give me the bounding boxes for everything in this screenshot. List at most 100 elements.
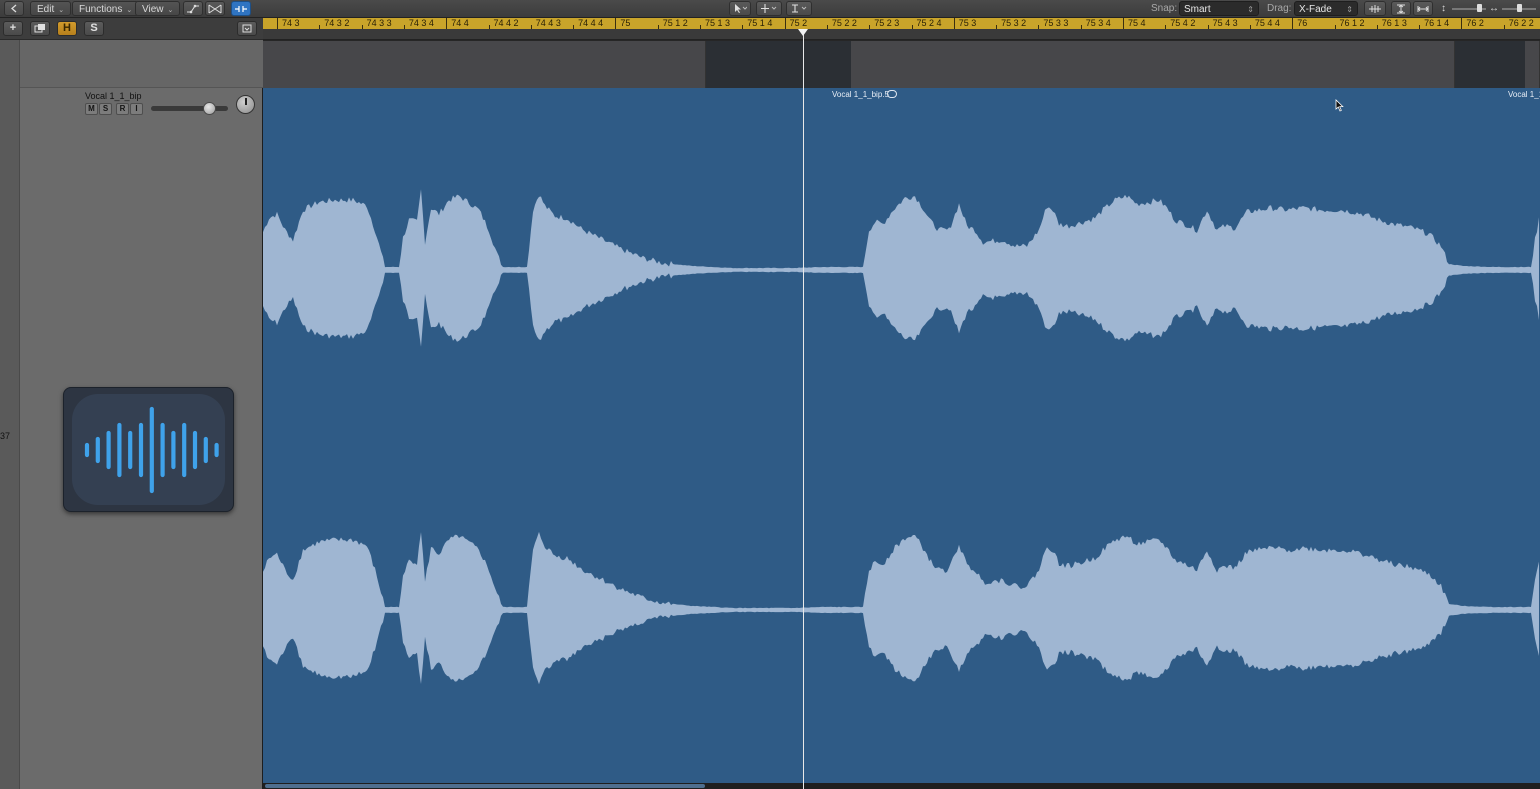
- ruler-label: 76 1 3: [1381, 18, 1407, 28]
- ruler-tick: [615, 18, 617, 29]
- mute-button[interactable]: M: [85, 103, 98, 115]
- ruler-label: 75 2 4: [916, 18, 942, 28]
- pointer-tool-button[interactable]: [729, 1, 751, 16]
- view-menu[interactable]: View ⌄: [135, 1, 181, 16]
- ruler-tick: [784, 18, 786, 29]
- previous-track-header[interactable]: [20, 40, 263, 88]
- horizontal-scrollbar[interactable]: [263, 783, 1540, 789]
- waveform-channel-left: [263, 189, 1539, 347]
- catch-playhead-button[interactable]: [231, 1, 251, 16]
- slider-thumb[interactable]: [1517, 4, 1522, 12]
- ruler-label: 75 4 3: [1212, 18, 1238, 28]
- scrollbar-thumb[interactable]: [265, 784, 705, 788]
- ruler-label: 74 3 2: [324, 18, 350, 28]
- volume-fader-thumb[interactable]: [203, 102, 216, 115]
- volume-fader[interactable]: [151, 106, 228, 111]
- ruler-label: 75 3: [958, 18, 977, 28]
- upper-region[interactable]: [263, 41, 706, 88]
- vertical-fit-icon: [1397, 4, 1405, 13]
- add-track-button[interactable]: +: [3, 21, 23, 36]
- audio-waveform: [263, 189, 1539, 685]
- snap-select[interactable]: Smart ⇕: [1179, 1, 1259, 16]
- automation-curve-button[interactable]: [183, 1, 203, 16]
- main-toolbar: Edit ⌄ Functions ⌄ View ⌄ Snap: Smart ⇕ Drag…: [0, 0, 1540, 18]
- functions-menu[interactable]: Functions ⌄: [72, 1, 140, 16]
- waveform-zoom-icon: [1369, 4, 1381, 13]
- duplicate-track-button[interactable]: [30, 21, 50, 36]
- vertical-zoom-slider[interactable]: [1452, 4, 1486, 12]
- ruler-label: 76 2 2: [1508, 18, 1534, 28]
- ruler-label: 76: [1297, 18, 1308, 28]
- waveform-channel-right: [263, 531, 1539, 685]
- crossfade-icon: [208, 4, 222, 13]
- input-monitor-button[interactable]: I: [130, 103, 143, 115]
- track-name[interactable]: Vocal 1_1_bip: [85, 91, 142, 101]
- ruler-label: 75 3 2: [1001, 18, 1027, 28]
- edit-menu-label: Edit: [37, 4, 55, 15]
- back-button[interactable]: [4, 1, 24, 16]
- pointer-icon: [735, 4, 747, 13]
- collapse-button[interactable]: [237, 21, 257, 36]
- slider-thumb[interactable]: [1477, 4, 1482, 12]
- region-name-label[interactable]: Vocal 1_1_: [1508, 90, 1540, 99]
- ruler-label: 75 4 2: [1170, 18, 1196, 28]
- ruler-label: 74 3 3: [366, 18, 392, 28]
- waveform-icon: [84, 406, 219, 494]
- ruler-label: 74 3 4: [408, 18, 434, 28]
- marquee-tool-icon: [792, 4, 807, 13]
- secondary-tool-button[interactable]: [756, 1, 782, 16]
- upper-track-lane[interactable]: [263, 41, 1540, 88]
- ruler-label: 76 2: [1466, 18, 1484, 28]
- ruler-tick: [953, 18, 955, 29]
- chevron-down-icon: ⌄: [58, 7, 65, 14]
- upper-region-gap: [1455, 41, 1525, 88]
- track-list-header: + H S: [0, 18, 263, 40]
- ruler-label: 75 2 3: [874, 18, 900, 28]
- ruler-label: 75 4 4: [1254, 18, 1280, 28]
- playhead-handle[interactable]: [798, 29, 808, 36]
- curve-icon: [187, 4, 199, 13]
- playhead-line[interactable]: [803, 29, 804, 789]
- ruler-tick: [1292, 18, 1294, 29]
- ruler-lower-strip[interactable]: [263, 29, 1540, 40]
- solo-track-button[interactable]: S: [84, 21, 104, 36]
- vertical-zoom-fit-button[interactable]: [1391, 1, 1411, 16]
- ruler-tick: [277, 18, 278, 29]
- edit-menu[interactable]: Edit ⌄: [30, 1, 72, 16]
- hide-button[interactable]: H: [57, 21, 77, 36]
- upper-region[interactable]: [1525, 41, 1540, 88]
- catch-icon: [235, 5, 247, 12]
- drag-value: X-Fade: [1299, 4, 1332, 15]
- ruler-label: 75 1 3: [705, 18, 731, 28]
- waveform-zoom-button[interactable]: [1364, 1, 1386, 16]
- snap-value: Smart: [1184, 4, 1211, 15]
- mouse-cursor-icon: [1335, 99, 1344, 112]
- link-icon: [887, 90, 897, 98]
- bar-ruler[interactable]: 74 3 74 3 2 74 3 3 74 3 4 74 4 74 4 2 74 4 3 74…: [263, 18, 1540, 29]
- waveform-app-icon: [63, 387, 234, 512]
- upper-region[interactable]: [851, 41, 1455, 88]
- solo-button[interactable]: S: [99, 103, 112, 115]
- up-down-icon: ⇕: [1346, 5, 1353, 14]
- horizontal-fit-icon: [1417, 5, 1429, 12]
- horizontal-zoom-fit-button[interactable]: [1413, 1, 1433, 16]
- pan-knob[interactable]: [236, 95, 255, 114]
- ruler-label: 75 1 4: [747, 18, 773, 28]
- ruler-label: 75: [620, 18, 631, 28]
- track-number-column: [0, 40, 20, 789]
- crossfade-button[interactable]: [205, 1, 225, 16]
- ruler-label: 74 4: [451, 18, 469, 28]
- drag-select[interactable]: X-Fade ⇕: [1294, 1, 1358, 16]
- ruler-label: 75 3 3: [1043, 18, 1069, 28]
- ruler-tick: [1123, 18, 1124, 29]
- record-enable-button[interactable]: R: [116, 103, 129, 115]
- chevron-down-icon: ⌄: [167, 7, 174, 14]
- upper-region-gap: [706, 41, 851, 88]
- track-number: 37: [0, 431, 11, 441]
- ruler-label: 75 3 4: [1085, 18, 1111, 28]
- horizontal-zoom-slider[interactable]: [1502, 4, 1536, 12]
- command-tool-button[interactable]: [786, 1, 812, 16]
- region-name-label[interactable]: Vocal 1_1_bip.5: [832, 90, 889, 99]
- crosshair-icon: [761, 4, 777, 13]
- ruler-label: 75 2 2: [831, 18, 857, 28]
